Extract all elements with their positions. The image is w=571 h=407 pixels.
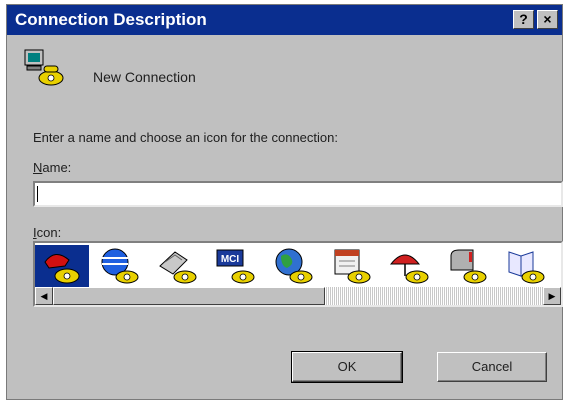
mci-logo-text: MCI (221, 254, 240, 265)
close-button[interactable]: × (537, 10, 558, 29)
name-accel-key: N (33, 160, 43, 175)
scroll-left-button[interactable]: ◀ (35, 287, 53, 305)
name-input[interactable] (33, 181, 563, 207)
earth-phone-icon[interactable] (267, 245, 321, 287)
title-bar[interactable]: Connection Description ? × (7, 5, 562, 35)
icon-list[interactable]: MCI ◀ ▶ (33, 241, 563, 307)
mailbox-phone-icon[interactable] (441, 245, 495, 287)
icon-field-label: Icon: (33, 225, 61, 240)
name-label-rest: ame: (42, 160, 72, 175)
instruction-text: Enter a name and choose an icon for the … (33, 130, 338, 145)
connection-description-dialog: Connection Description ? × New Connectio… (6, 4, 563, 400)
name-field-label: Name: (33, 160, 71, 175)
help-button[interactable]: ? (513, 10, 534, 29)
umbrella-phone-icon[interactable] (383, 245, 437, 287)
window-title: Connection Description (15, 10, 207, 29)
globe-phone-icon[interactable] (93, 245, 147, 287)
scroll-right-button[interactable]: ▶ (543, 287, 561, 305)
calendar-phone-icon[interactable] (325, 245, 379, 287)
mci-phone-icon[interactable]: MCI (209, 245, 263, 287)
cancel-button[interactable]: Cancel (437, 352, 547, 382)
icon-label-rest: con: (36, 225, 62, 240)
icon-list-scrollbar[interactable]: ◀ ▶ (35, 287, 561, 305)
connection-name-label: New Connection (93, 69, 196, 85)
ok-button[interactable]: OK (291, 351, 403, 383)
network-computer-phone-icon (24, 49, 64, 86)
book-phone-icon[interactable] (499, 245, 553, 287)
red-phone-icon[interactable] (35, 245, 89, 287)
fax-phone-icon[interactable] (151, 245, 205, 287)
text-caret (37, 186, 38, 202)
scrollbar-thumb[interactable] (53, 287, 325, 305)
